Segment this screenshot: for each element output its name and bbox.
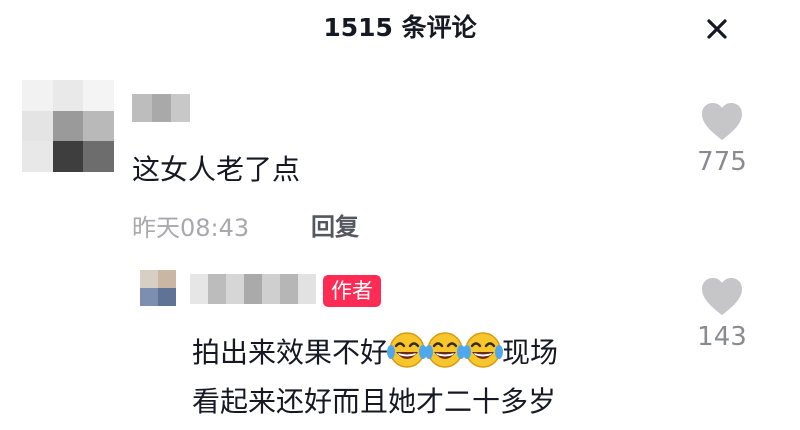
- comment-count-title: 1515 条评论: [323, 13, 477, 42]
- comments-header: 1515 条评论: [0, 0, 800, 60]
- like-count: 143: [697, 322, 747, 352]
- reply-text-line-2: 看起来还好而且她才二十多岁: [192, 385, 557, 418]
- reply-text-start: 拍出来效果不好: [192, 336, 389, 369]
- username-blurred[interactable]: [132, 94, 190, 122]
- like-button[interactable]: 775: [687, 103, 757, 177]
- avatar[interactable]: [140, 270, 176, 306]
- reply-text-end: 现场: [502, 336, 559, 369]
- laughing-tears-emoji-icon: [463, 332, 504, 368]
- comment-text: 这女人老了点: [132, 153, 301, 186]
- comment-timestamp: 昨天08:43: [132, 214, 250, 242]
- heart-icon: [702, 103, 742, 140]
- laughing-tears-emoji-icon: [387, 332, 428, 368]
- author-badge: 作者: [323, 275, 381, 307]
- heart-icon: [702, 278, 742, 315]
- close-icon[interactable]: [700, 12, 734, 46]
- reply-button[interactable]: 回复: [311, 207, 359, 242]
- username-blurred[interactable]: [190, 274, 316, 304]
- like-button[interactable]: 143: [687, 278, 757, 352]
- laughing-tears-emoji-icon: [425, 332, 466, 368]
- reply-text-line-1: 拍出来效果不好 现场: [192, 330, 558, 371]
- like-count: 775: [697, 147, 747, 177]
- avatar[interactable]: [22, 80, 114, 172]
